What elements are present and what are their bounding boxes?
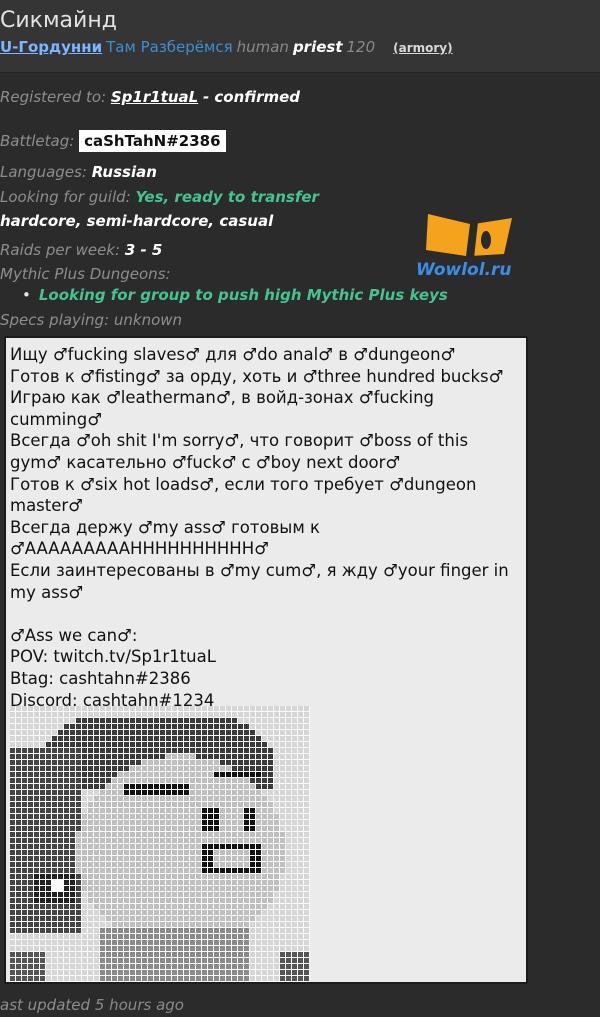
description-line: gym♂ касательно ♂fuck♂ с ♂boy next door♂ xyxy=(10,452,401,472)
playstyle-value: hardcore, semi-hardcore, casual xyxy=(0,212,274,230)
battletag-label: Battletag: xyxy=(0,132,75,150)
looking-for-guild-row: Looking for guild: Yes, ready to transfe… xyxy=(0,188,319,206)
languages-value: Russian xyxy=(91,163,157,181)
playstyle-row: hardcore, semi-hardcore, casual xyxy=(0,212,273,230)
description-line: master♂ xyxy=(10,496,83,516)
level-text: 120 xyxy=(346,38,376,56)
battletag-value: caShTahN#2386 xyxy=(79,130,226,152)
mythic-item-text: Looking for group to push high Mythic Pl… xyxy=(38,286,448,304)
registered-status: - confirmed xyxy=(202,88,301,106)
race-text: human xyxy=(236,38,289,56)
raids-row: Raids per week: 3 - 5 xyxy=(0,241,162,259)
description-text: Ищу ♂fucking slaves♂ для ♂do anal♂ в ♂du… xyxy=(10,344,524,711)
description-line xyxy=(10,603,524,625)
description-line: Готов к ♂fisting♂ за орду, хоть и ♂three… xyxy=(10,366,504,386)
last-updated-value: 5 hours ago xyxy=(94,996,184,1014)
specs-label: Specs playing: xyxy=(0,311,110,329)
realm-link[interactable]: U-Гордунни xyxy=(0,38,102,56)
looking-for-guild-label: Looking for guild: xyxy=(0,188,131,206)
description-line: Всегда ♂oh shit I'm sorry♂, что говорит … xyxy=(10,431,469,451)
bullet-icon: • xyxy=(22,286,31,304)
registered-row: Registered to: Sp1r1tuaL - confirmed xyxy=(0,88,300,106)
character-subline: U-Гордунни Там Разберёмся human priest 120 (a… xyxy=(0,38,453,56)
footer: ast updated 5 hours ago xyxy=(0,996,184,1014)
description-line: my ass♂ xyxy=(10,582,84,602)
last-updated-label: ast updated xyxy=(0,996,91,1014)
battletag-row: Battletag: caShTahN#2386 xyxy=(0,130,226,152)
armory-link[interactable]: (armory) xyxy=(393,41,452,55)
description-line: Если заинтересованы в ♂my cum♂, я жду ♂y… xyxy=(10,560,509,580)
registered-user-link[interactable]: Sp1r1tuaL xyxy=(111,88,198,106)
languages-row: Languages: Russian xyxy=(0,163,157,181)
watermark-text: Wowlol.ru xyxy=(416,260,512,280)
specs-value: unknown xyxy=(113,311,183,329)
character-name: Сикмайнд xyxy=(0,8,117,33)
languages-label: Languages: xyxy=(0,163,87,181)
description-line: ♂Ass we can♂: xyxy=(10,625,138,645)
description-line: Готов к ♂six hot loads♂, если того требу… xyxy=(10,474,477,494)
raids-value: 3 - 5 xyxy=(124,241,163,259)
description-line: Всегда держу ♂my ass♂ готовым к xyxy=(10,517,320,537)
raids-label: Raids per week: xyxy=(0,241,121,259)
mythic-label: Mythic Plus Dungeons: xyxy=(0,265,171,283)
registered-label: Registered to: xyxy=(0,88,107,106)
description-box: Ищу ♂fucking slaves♂ для ♂do anal♂ в ♂du… xyxy=(4,336,528,984)
looking-for-guild-value: Yes, ready to transfer xyxy=(135,188,319,206)
profile-header: Сикмайнд U-Гордунни Там Разберёмся human pr… xyxy=(0,0,600,73)
specs-row: Specs playing: unknown xyxy=(0,311,182,329)
description-line: cumming♂ xyxy=(10,409,102,429)
description-line: Btag: cashtahn#2386 xyxy=(10,668,191,688)
mythic-item: • Looking for group to push high Mythic P… xyxy=(22,286,448,304)
ascii-art-image xyxy=(10,706,310,982)
description-line: POV: twitch.tv/Sp1r1tuaL xyxy=(10,647,216,667)
description-line: ♂AAAAAAAAAHHHHHHHHHH♂ xyxy=(10,539,269,559)
class-text: priest xyxy=(292,38,343,56)
guild-link[interactable]: Там Разберёмся xyxy=(106,38,232,56)
description-line: Ищу ♂fucking slaves♂ для ♂do anal♂ в ♂du… xyxy=(10,345,456,364)
description-line: Играю как ♂leatherman♂, в войд-зонах ♂fu… xyxy=(10,388,435,408)
mythic-row: Mythic Plus Dungeons: xyxy=(0,265,171,283)
